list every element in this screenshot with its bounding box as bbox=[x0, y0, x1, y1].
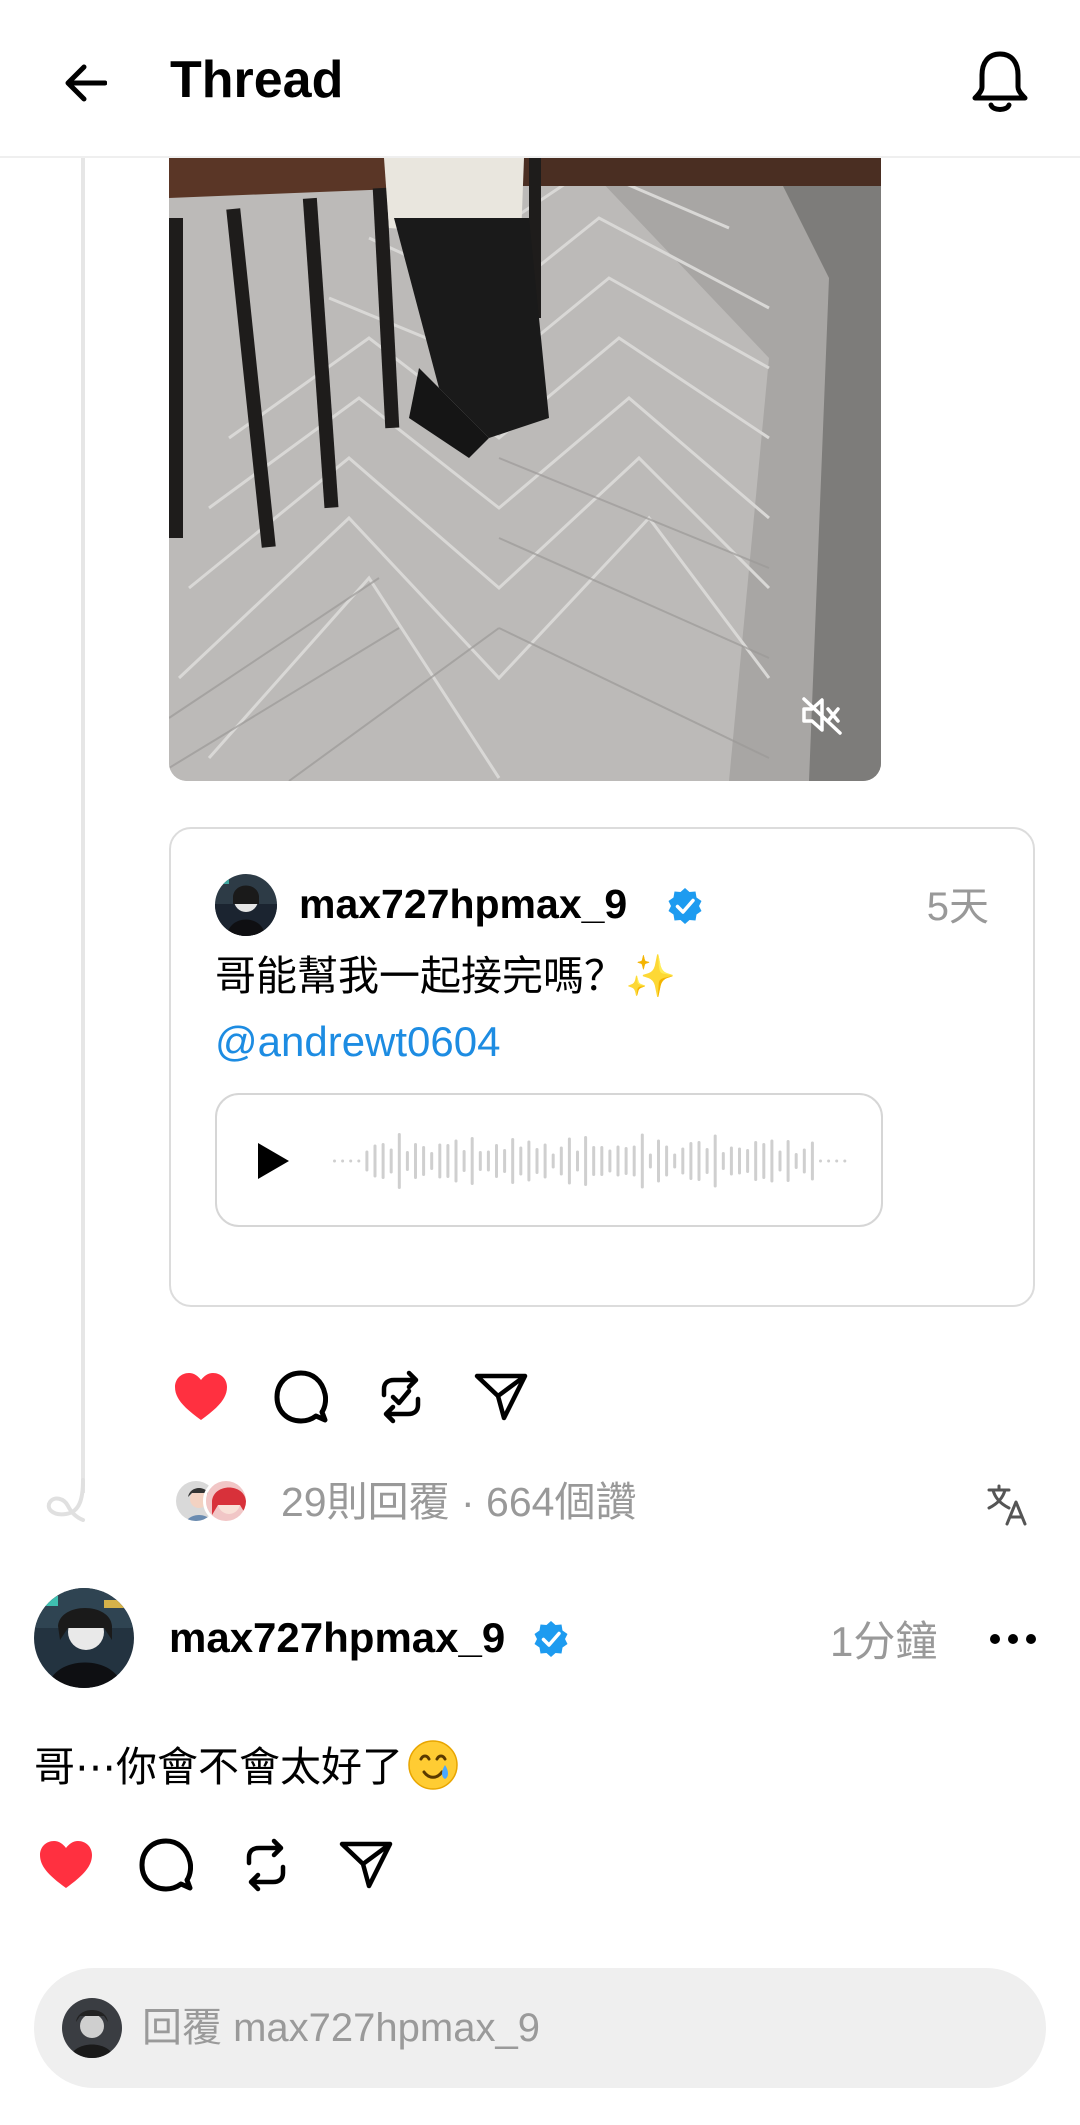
share-button[interactable] bbox=[469, 1365, 533, 1429]
thread-connector-line bbox=[81, 158, 85, 1493]
speaker-muted-icon bbox=[802, 697, 842, 735]
stats-text: 29則回覆 · 664個讚 bbox=[281, 1479, 637, 1525]
mute-toggle-button[interactable] bbox=[790, 683, 854, 747]
like-button[interactable] bbox=[169, 1365, 233, 1429]
verified-badge-icon bbox=[668, 888, 702, 924]
waveform-icon bbox=[333, 1133, 847, 1189]
comment-icon bbox=[139, 1838, 193, 1892]
header: Thread bbox=[0, 0, 1080, 158]
play-button[interactable] bbox=[247, 1135, 299, 1187]
heart-filled-icon bbox=[175, 1373, 227, 1420]
crying-smile-emoji bbox=[408, 1740, 458, 1790]
repost-button[interactable] bbox=[369, 1365, 433, 1429]
page-title: Thread bbox=[170, 51, 344, 109]
send-icon bbox=[339, 1841, 393, 1889]
repost-button[interactable] bbox=[234, 1833, 298, 1897]
back-button[interactable] bbox=[50, 48, 120, 118]
more-options-button[interactable] bbox=[980, 1610, 1046, 1668]
translate-button[interactable] bbox=[978, 1476, 1036, 1532]
audio-player bbox=[215, 1093, 883, 1227]
quoted-post-time: 5天 bbox=[926, 885, 989, 929]
comment-button[interactable] bbox=[134, 1833, 198, 1897]
thread-curl-icon bbox=[46, 1478, 85, 1522]
send-icon bbox=[474, 1373, 528, 1421]
avatar bbox=[203, 1478, 249, 1524]
reply-username[interactable]: max727hpmax_9 bbox=[169, 1612, 505, 1664]
comment-icon bbox=[274, 1370, 328, 1424]
quoted-username[interactable]: max727hpmax_9 bbox=[299, 879, 627, 929]
avatar[interactable] bbox=[215, 874, 277, 936]
video-frame bbox=[169, 158, 881, 781]
repost-icon bbox=[381, 1370, 421, 1424]
heart-filled-icon bbox=[40, 1841, 92, 1888]
bell-icon bbox=[972, 51, 1028, 112]
quoted-post-text: 哥能幫我一起接完嗎？✨ bbox=[215, 953, 677, 999]
avatar[interactable] bbox=[34, 1588, 134, 1688]
avatar bbox=[62, 1998, 122, 2058]
reply-post-time: 1分鐘 bbox=[830, 1618, 938, 1665]
share-button[interactable] bbox=[334, 1833, 398, 1897]
quoted-post-card[interactable]: max727hpmax_9 5天 哥能幫我一起接完嗎？✨ @andrewt060… bbox=[169, 827, 1035, 1307]
mention-link[interactable]: @andrewt0604 bbox=[215, 1013, 501, 1071]
play-icon bbox=[258, 1143, 289, 1179]
repost-icon bbox=[246, 1838, 286, 1892]
more-horizontal-icon bbox=[990, 1634, 1036, 1644]
translate-icon bbox=[987, 1484, 1027, 1526]
notifications-button[interactable] bbox=[965, 42, 1035, 122]
reply-post-text-content: 哥⋯你會不會太好了 bbox=[34, 1744, 403, 1790]
verified-badge-icon bbox=[534, 1621, 568, 1657]
reply-input[interactable] bbox=[142, 1998, 1002, 2058]
post-video[interactable] bbox=[169, 158, 881, 781]
reply-post-text: 哥⋯你會不會太好了 bbox=[34, 1738, 459, 1796]
reply-composer[interactable] bbox=[34, 1968, 1046, 2088]
arrow-left-icon bbox=[65, 64, 107, 102]
like-button[interactable] bbox=[34, 1833, 98, 1897]
comment-button[interactable] bbox=[269, 1365, 333, 1429]
